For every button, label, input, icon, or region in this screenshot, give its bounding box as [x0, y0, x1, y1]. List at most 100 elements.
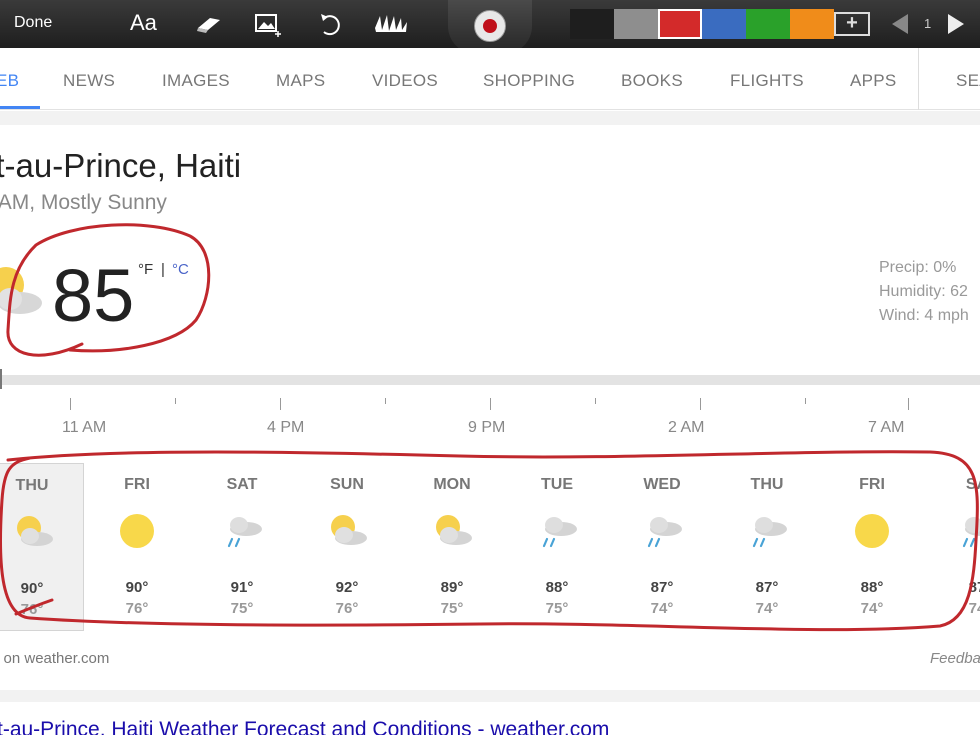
- add-page-icon[interactable]: +: [834, 12, 870, 36]
- page-number: 1: [924, 16, 932, 31]
- timeline-tick: [280, 398, 281, 410]
- weather-location: ort-au-Prince, Haiti: [0, 147, 242, 184]
- unit-celsius[interactable]: °C: [172, 261, 189, 278]
- forecast-low: 74°: [650, 600, 674, 617]
- precip-value: Precip: 0%: [879, 259, 957, 276]
- nav-divider: [918, 48, 919, 110]
- wind-value: Wind: 4 mph: [879, 307, 969, 324]
- forecast-day[interactable]: TUE 88° 75°: [505, 463, 609, 631]
- timeline-tick: [908, 398, 909, 410]
- forecast-high: 88°: [545, 579, 569, 596]
- forecast-low: 75°: [230, 600, 254, 617]
- forecast-high: 87°: [755, 579, 779, 596]
- forecast-day[interactable]: SUN 92° 76°: [295, 463, 399, 631]
- forecast-high: 88°: [860, 579, 884, 596]
- showers-icon: [542, 517, 577, 548]
- search-nav-tabs: EB NEWS IMAGES MAPS VIDEOS SHOPPING BOOK…: [0, 48, 980, 110]
- next-page-icon[interactable]: [948, 14, 964, 34]
- partly-cloudy-icon: [331, 515, 367, 545]
- forecast-day-name: FRI: [859, 476, 885, 493]
- forecast-day[interactable]: FRI 88° 74°: [820, 463, 924, 631]
- forecast-low: 74°: [860, 600, 884, 617]
- color-swatch-blue[interactable]: [702, 9, 746, 39]
- insert-image-icon[interactable]: [252, 10, 284, 38]
- unit-fahrenheit[interactable]: °F: [138, 261, 153, 278]
- tab-maps[interactable]: MAPS: [276, 71, 325, 91]
- forecast-day-name: THU: [750, 476, 784, 493]
- forecast-high: 90°: [20, 580, 44, 597]
- tab-news[interactable]: NEWS: [63, 71, 115, 91]
- tab-shopping[interactable]: SHOPPING: [483, 71, 575, 91]
- forecast-day[interactable]: FRI 90° 76°: [85, 463, 189, 631]
- hourly-timeline[interactable]: [0, 375, 980, 385]
- forecast-day[interactable]: SAT 91° 75°: [190, 463, 294, 631]
- section-gap: [0, 690, 980, 702]
- partly-cloudy-icon: [0, 267, 42, 314]
- search-result-title[interactable]: rt-au-Prince, Haiti Weather Forecast and…: [0, 718, 609, 735]
- color-swatch-orange[interactable]: [790, 9, 834, 39]
- partly-cloudy-icon: [17, 516, 53, 546]
- forecast-day-name: TUE: [541, 476, 573, 493]
- timeline-tick: [175, 398, 176, 404]
- timeline-tick: [385, 398, 386, 404]
- current-temperature: 85: [52, 254, 135, 337]
- weather-condition: u, 9 AM, Mostly Sunny: [0, 191, 167, 214]
- forecast-day-name: SUN: [330, 476, 364, 493]
- active-tab-underline: [0, 106, 40, 109]
- timeline-label: 7 AM: [868, 419, 905, 436]
- tab-search-tools[interactable]: SEA: [956, 71, 980, 91]
- timeline-tick: [805, 398, 806, 404]
- color-swatch-red[interactable]: [658, 9, 702, 39]
- showers-icon: [752, 517, 787, 548]
- color-swatch-black[interactable]: [570, 9, 614, 39]
- timeline-label: 2 AM: [668, 419, 705, 436]
- annotation-toolbar: Done Aa + 1: [0, 0, 980, 54]
- forecast-low: 76°: [335, 600, 359, 617]
- forecast-day-name: THU: [15, 477, 49, 494]
- timeline-label: 9 PM: [468, 419, 506, 436]
- forecast-low: 74: [968, 600, 980, 617]
- forecast-day[interactable]: MON 89° 75°: [400, 463, 504, 631]
- tab-images[interactable]: IMAGES: [162, 71, 230, 91]
- weather-card: ort-au-Prince, Haiti u, 9 AM, Mostly Sun…: [0, 125, 980, 690]
- tab-books[interactable]: BOOKS: [621, 71, 683, 91]
- forecast-day[interactable]: THU 90° 76°: [0, 463, 84, 631]
- tab-videos[interactable]: VIDEOS: [372, 71, 438, 91]
- forecast-day-name: SAT: [226, 476, 258, 493]
- tab-web[interactable]: EB: [0, 71, 19, 91]
- forecast-day-name: SA: [965, 476, 980, 493]
- text-tool-button[interactable]: Aa: [130, 10, 157, 36]
- tab-apps[interactable]: APPS: [850, 71, 897, 91]
- weather-com-link[interactable]: re on weather.com: [0, 650, 109, 667]
- done-button[interactable]: Done: [14, 14, 52, 32]
- previous-page-icon[interactable]: [892, 14, 908, 34]
- partly-cloudy-icon: [436, 515, 472, 545]
- color-swatch-gray[interactable]: [614, 9, 658, 39]
- forecast-day[interactable]: THU 87° 74°: [715, 463, 819, 631]
- forecast-high: 87°: [650, 579, 674, 596]
- timeline-label: 11 AM: [62, 419, 107, 436]
- timeline-tick: [70, 398, 71, 410]
- feedback-link[interactable]: Feedba: [930, 650, 980, 667]
- timeline-tick: [490, 398, 491, 410]
- forecast-high: 91°: [230, 579, 254, 596]
- tab-flights[interactable]: FLIGHTS: [730, 71, 804, 91]
- showers-icon: [647, 517, 682, 548]
- forecast-low: 74°: [755, 600, 779, 617]
- forecast-day[interactable]: WED 87° 74°: [610, 463, 714, 631]
- section-gap: [0, 111, 980, 125]
- forecast-low: 76°: [20, 601, 44, 618]
- color-swatch-green[interactable]: [746, 9, 790, 39]
- sunny-icon: [120, 514, 154, 548]
- unit-separator: |: [161, 261, 165, 278]
- timeline-tick: [700, 398, 701, 410]
- forecast-low: 76°: [125, 600, 149, 617]
- showers-icon: [227, 517, 262, 548]
- clear-scribble-icon[interactable]: [372, 10, 410, 38]
- record-icon[interactable]: [474, 10, 506, 42]
- eraser-icon[interactable]: [192, 10, 224, 38]
- undo-icon[interactable]: [314, 10, 346, 38]
- forecast-day-name: WED: [643, 476, 681, 493]
- timeline-cursor[interactable]: [0, 369, 2, 389]
- forecast-day[interactable]: SA 87 74: [925, 463, 980, 631]
